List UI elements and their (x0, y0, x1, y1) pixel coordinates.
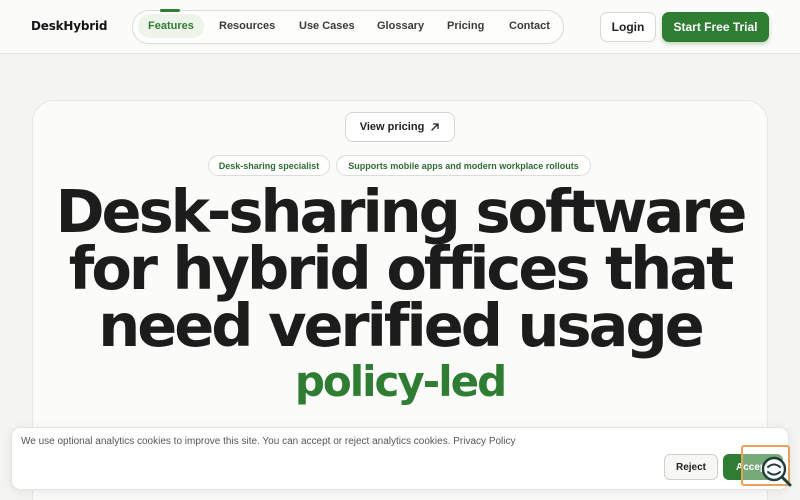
nav-glossary[interactable]: Glossary (377, 20, 424, 32)
nav-contact[interactable]: Contact (509, 20, 550, 32)
site-header: DeskHybrid Features Resources Use Cases … (0, 0, 800, 54)
headline-line-3: need verified usage (98, 291, 704, 360)
view-pricing-label: View pricing (359, 121, 425, 133)
chat-search-icon[interactable] (758, 453, 794, 489)
headline-line-1: Desk-sharing software (55, 177, 748, 246)
reject-cookies-button[interactable]: Reject (664, 454, 718, 480)
nav-pricing[interactable]: Pricing (447, 20, 484, 32)
active-nav-indicator (160, 9, 180, 12)
tag-desk-sharing-specialist: Desk-sharing specialist (208, 155, 330, 176)
hero-headline: Desk-sharing software for hybrid offices… (40, 177, 760, 360)
cookie-message: We use optional analytics cookies to imp… (21, 436, 516, 447)
nav-resources[interactable]: Resources (219, 20, 275, 32)
main-nav: Features Resources Use Cases Glossary Pr… (132, 10, 564, 44)
view-pricing-button[interactable]: View pricing (345, 112, 455, 142)
start-free-trial-button[interactable]: Start Free Trial (662, 12, 769, 42)
login-button[interactable]: Login (600, 12, 656, 42)
tag-mobile-apps: Supports mobile apps and modern workplac… (336, 155, 591, 176)
privacy-policy-link[interactable]: Privacy Policy (453, 436, 515, 447)
arrow-up-right-icon (431, 123, 439, 131)
nav-use-cases[interactable]: Use Cases (299, 20, 355, 32)
cookie-banner: We use optional analytics cookies to imp… (11, 427, 789, 490)
headline-line-2: for hybrid offices that (68, 234, 735, 303)
nav-features[interactable]: Features (138, 14, 204, 38)
headline-accent: policy-led (294, 357, 507, 406)
cookie-text: We use optional analytics cookies to imp… (21, 436, 451, 447)
logo[interactable]: DeskHybrid (31, 19, 108, 33)
